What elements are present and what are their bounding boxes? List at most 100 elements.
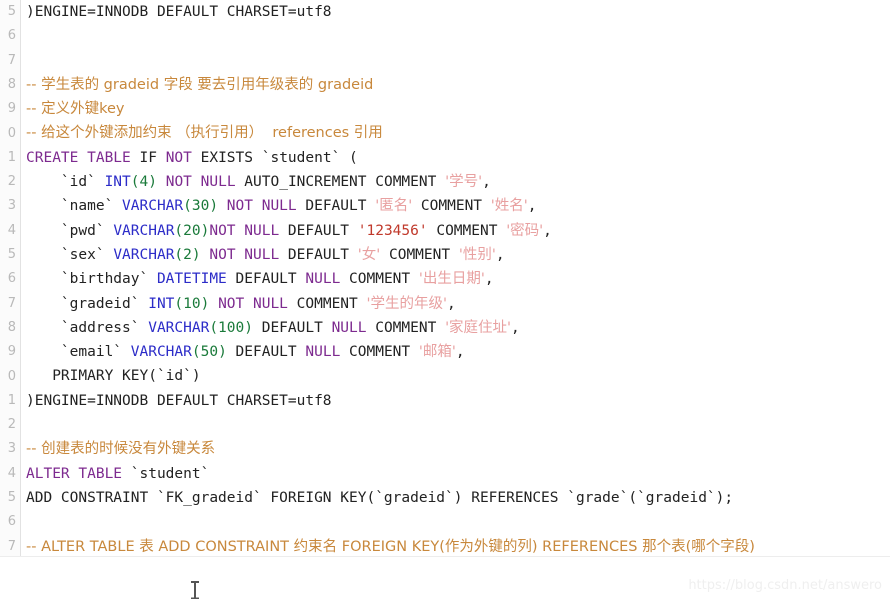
- code-token-str: '学号': [445, 174, 483, 191]
- code-token-num: (4): [130, 174, 157, 191]
- code-token-plain: `student` (: [261, 149, 358, 166]
- code-token-kw: NOT NULL: [226, 198, 297, 215]
- code-token-plain: `email`: [26, 344, 131, 361]
- code-token-strnum: '123456': [357, 222, 428, 239]
- code-token-plain: COMMENT: [340, 271, 419, 288]
- line-number: 7: [7, 538, 16, 554]
- line-number: 7: [7, 52, 16, 68]
- code-editor[interactable]: 5 6 7 8 9 0 1 2 3 4 5 6 7 8 9 0 1 2 3 4 5 6 7 )ENGINE=INNODB D…: [0, 0, 890, 556]
- line-number: 3: [7, 441, 16, 457]
- code-token-str: '出生日期': [418, 271, 485, 288]
- code-token-plain: DEFAULT: [279, 222, 358, 239]
- watermark-text: https://blog.csdn.net/answero: [688, 578, 882, 593]
- code-token-plain: `address`: [26, 319, 149, 336]
- code-token-type: VARCHAR: [130, 344, 192, 361]
- code-line[interactable]: -- 学生表的 gradeid 字段 要去引用年级表的 gradeid: [26, 73, 890, 97]
- code-line[interactable]: -- 创建表的时候没有外键关系: [26, 437, 890, 461]
- code-token-str: '姓名': [490, 198, 528, 215]
- code-token-plain: )ENGINE=INNODB DEFAULT CHARSET=utf8: [26, 4, 332, 20]
- code-token-type: VARCHAR: [148, 319, 210, 336]
- code-token-type: INT: [104, 174, 131, 191]
- code-token-plain: `id`: [26, 174, 105, 191]
- line-number: 6: [7, 28, 16, 44]
- code-line[interactable]: [26, 49, 890, 73]
- code-line[interactable]: )ENGINE=INNODB DEFAULT CHARSET=utf8: [26, 389, 890, 413]
- code-line[interactable]: [26, 413, 890, 437]
- code-content-area[interactable]: )ENGINE=INNODB DEFAULT CHARSET=utf8 -- 学…: [26, 0, 890, 556]
- code-token-plain: COMMENT: [366, 319, 446, 336]
- code-token-kw: NOT NULL: [165, 174, 236, 191]
- code-line[interactable]: )ENGINE=INNODB DEFAULT CHARSET=utf8: [26, 0, 890, 24]
- code-token-plain: ,: [446, 295, 456, 312]
- code-line[interactable]: `gradeid` INT(10) NOT NULL COMMENT '学生的年…: [26, 292, 890, 316]
- code-line[interactable]: ADD CONSTRAINT `FK_gradeid` FOREIGN KEY(…: [26, 486, 890, 510]
- code-token-plain: ADD CONSTRAINT `FK_gradeid` FOREIGN KEY(…: [26, 489, 734, 506]
- code-line[interactable]: `birthday` DATETIME DEFAULT NULL COMMENT…: [26, 267, 890, 291]
- code-token-comment: -- 创建表的时候没有外键关系: [26, 441, 216, 458]
- code-token-plain: COMMENT: [412, 198, 491, 215]
- code-token-type: DATETIME: [156, 271, 227, 288]
- line-number: 8: [7, 319, 16, 335]
- code-token-plain: DEFAULT: [226, 271, 306, 288]
- code-line[interactable]: -- 定义外键key: [26, 97, 890, 121]
- code-line[interactable]: -- 给这个外键添加约束 （执行引用） references 引用: [26, 121, 890, 145]
- code-token-kw: NULL: [305, 344, 341, 361]
- code-token-num: (50): [191, 344, 227, 361]
- line-number: 0: [7, 125, 16, 141]
- line-number: 6: [7, 514, 16, 530]
- code-token-type: VARCHAR: [113, 246, 175, 263]
- line-number: 1: [7, 392, 16, 408]
- code-token-comment: -- 定义外键key: [26, 101, 125, 118]
- code-token-num: (100): [209, 319, 253, 336]
- code-token-num: (2): [174, 246, 201, 263]
- code-token-plain: `pwd`: [26, 222, 114, 239]
- code-token-str: '邮箱': [418, 344, 456, 361]
- code-line[interactable]: [26, 24, 890, 48]
- code-token-comment: -- ALTER TABLE 表 ADD CONSTRAINT 约束名 FORE…: [26, 538, 755, 555]
- code-token-comment: -- 学生表的 gradeid 字段 要去引用年级表的 gradeid: [26, 76, 374, 93]
- code-line[interactable]: PRIMARY KEY(`id`): [26, 364, 890, 388]
- line-number: 5: [7, 4, 16, 19]
- code-line[interactable]: [26, 510, 890, 534]
- code-token-kw: CREATE TABLE: [26, 149, 131, 166]
- code-token-plain: DEFAULT: [296, 198, 376, 215]
- code-token-plain: COMMENT: [380, 246, 459, 263]
- code-line[interactable]: CREATE TABLE IF NOT EXISTS `student` (: [26, 146, 890, 170]
- code-token-str: '家庭住址': [445, 319, 512, 336]
- code-token-kw: NULL: [331, 319, 367, 336]
- code-line[interactable]: `sex` VARCHAR(2) NOT NULL DEFAULT '女' CO…: [26, 243, 890, 267]
- code-line[interactable]: `name` VARCHAR(30) NOT NULL DEFAULT '匿名'…: [26, 194, 890, 218]
- code-token-plain: AUTO_INCREMENT COMMENT: [235, 174, 446, 191]
- code-token-comment: -- 给这个外键添加约束 （执行引用） references 引用: [26, 125, 383, 142]
- code-line[interactable]: `pwd` VARCHAR(20)NOT NULL DEFAULT '12345…: [26, 219, 890, 243]
- code-token-plain: `name`: [26, 198, 123, 215]
- code-token-plain: DEFAULT: [252, 319, 332, 336]
- code-token-str: '女': [357, 246, 381, 263]
- code-token-plain: )ENGINE=INNODB DEFAULT CHARSET=utf8: [26, 392, 332, 409]
- line-number: 9: [7, 101, 16, 117]
- line-number: 6: [7, 271, 16, 287]
- code-token-plain: COMMENT: [287, 295, 367, 312]
- code-token-kw: NOT NULL: [209, 246, 280, 263]
- code-token-plain: COMMENT: [340, 344, 419, 361]
- code-line[interactable]: -- ALTER TABLE 表 ADD CONSTRAINT 约束名 FORE…: [26, 535, 890, 556]
- code-token-plain: PRIMARY KEY(`id`): [26, 368, 201, 385]
- code-token-type: VARCHAR: [113, 222, 175, 239]
- code-token-plain: `student`: [122, 465, 210, 482]
- line-number: 1: [7, 149, 16, 165]
- code-line[interactable]: `address` VARCHAR(100) DEFAULT NULL COMM…: [26, 316, 890, 340]
- code-token-num: (20): [174, 222, 210, 239]
- code-token-plain: COMMENT: [427, 222, 507, 239]
- code-line[interactable]: `email` VARCHAR(50) DEFAULT NULL COMMENT…: [26, 340, 890, 364]
- code-line[interactable]: `id` INT(4) NOT NULL AUTO_INCREMENT COMM…: [26, 170, 890, 194]
- code-token-plain: ,: [511, 319, 520, 336]
- code-line[interactable]: ALTER TABLE `student`: [26, 462, 890, 486]
- code-token-plain: DEFAULT: [226, 344, 306, 361]
- line-number: 2: [7, 174, 16, 190]
- code-token-plain: EXISTS: [191, 149, 262, 166]
- code-token-num: (10): [174, 295, 210, 312]
- code-token-str: '学生的年级': [366, 295, 447, 312]
- code-token-str: '性别': [458, 246, 496, 263]
